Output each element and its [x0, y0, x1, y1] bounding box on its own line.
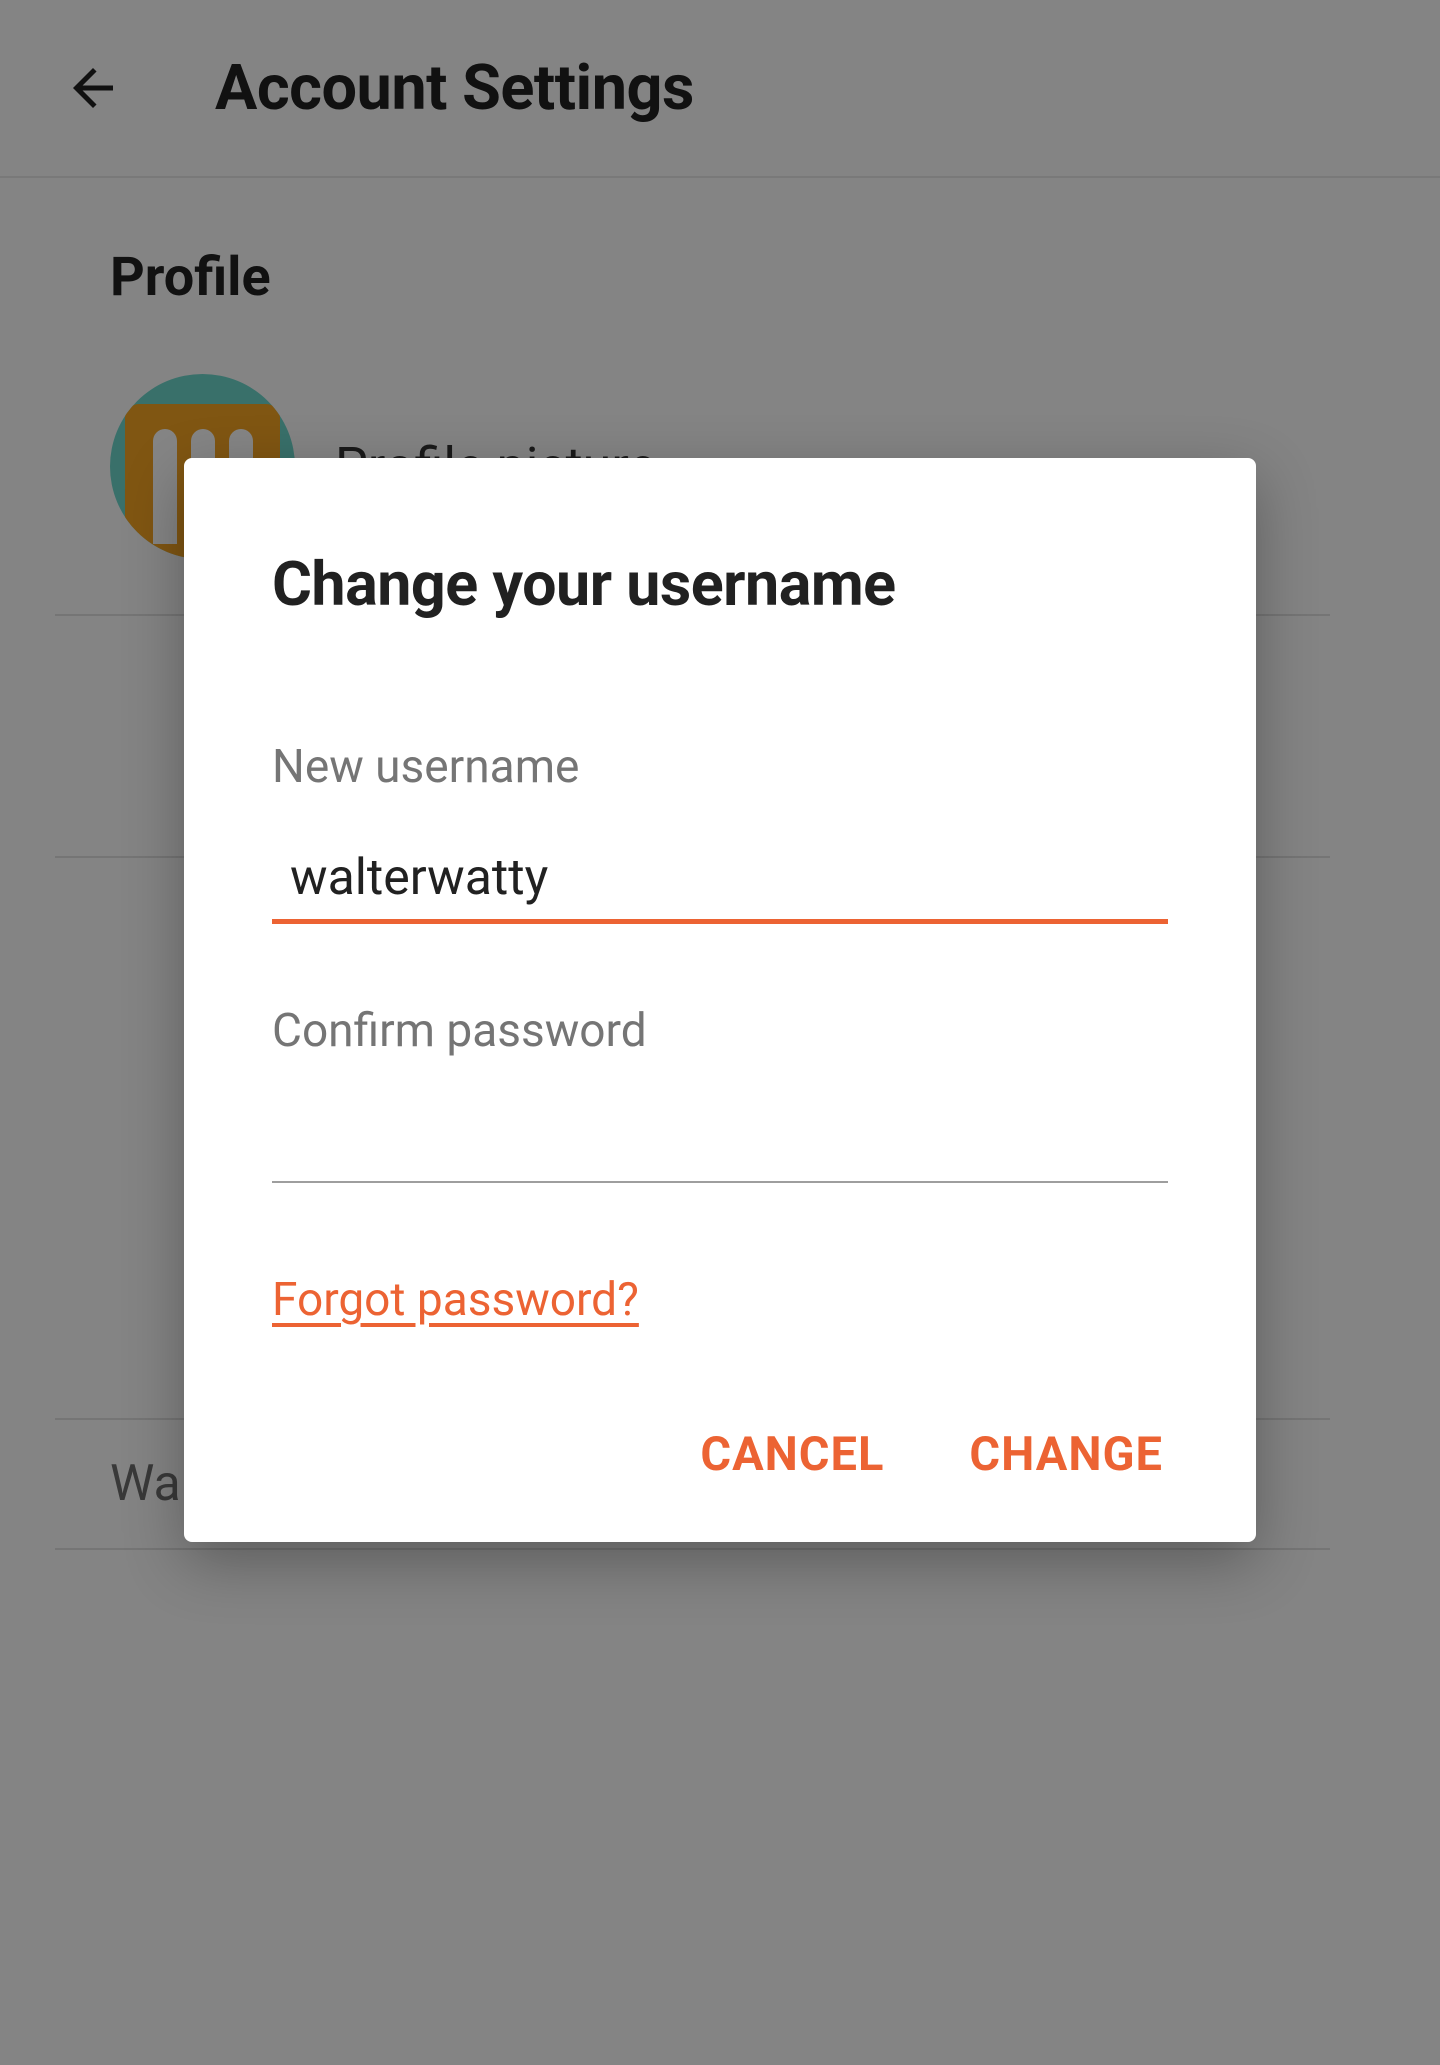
change-username-dialog: Change your username New username Confir… [184, 458, 1256, 1542]
new-username-label: New username [272, 740, 1168, 794]
modal-scrim[interactable]: Change your username New username Confir… [0, 0, 1440, 2065]
cancel-button[interactable]: CANCEL [700, 1427, 884, 1482]
confirm-password-label: Confirm password [272, 1004, 1168, 1058]
dialog-actions: CANCEL CHANGE [272, 1427, 1168, 1482]
change-button[interactable]: CHANGE [969, 1427, 1163, 1482]
new-username-input[interactable] [272, 849, 1168, 924]
confirm-password-input[interactable] [272, 1113, 1168, 1183]
dialog-title: Change your username [272, 548, 1168, 620]
forgot-password-link[interactable]: Forgot password? [272, 1273, 639, 1327]
